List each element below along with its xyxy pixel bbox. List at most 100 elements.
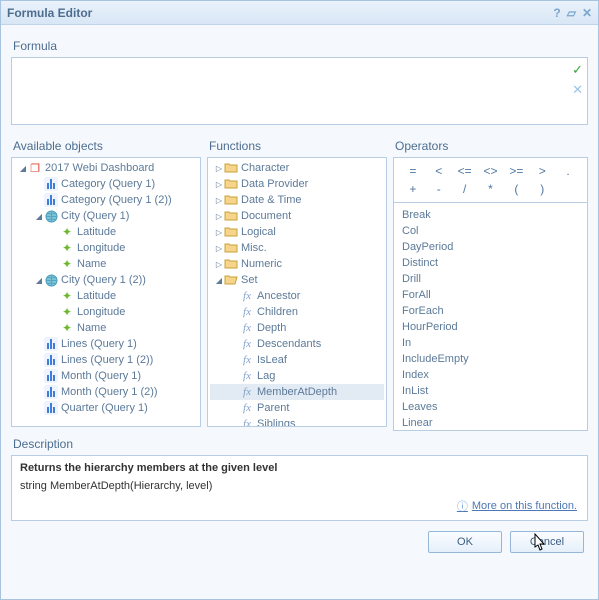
expander-icon[interactable]: ▷ xyxy=(214,260,224,269)
expander-icon[interactable]: ◢ xyxy=(34,212,44,221)
operator-symbol[interactable]: - xyxy=(426,180,452,198)
function-tree-item[interactable]: ▷Character xyxy=(210,160,384,176)
operator-symbol[interactable]: <= xyxy=(452,162,478,180)
close-icon[interactable]: ✕ xyxy=(582,6,592,20)
expander-icon[interactable]: ▷ xyxy=(214,228,224,237)
operators-grid: =<<=<>>=>. +-/*() xyxy=(393,157,588,203)
formula-label: Formula xyxy=(13,39,588,53)
function-tree-item[interactable]: fxAncestor xyxy=(210,288,384,304)
function-tree-item[interactable]: ▷Document xyxy=(210,208,384,224)
function-tree-item[interactable]: ▷Logical xyxy=(210,224,384,240)
function-tree-item[interactable]: fxIsLeaf xyxy=(210,352,384,368)
object-tree-item[interactable]: Category (Query 1) xyxy=(14,176,198,192)
function-tree-item[interactable]: fxLag xyxy=(210,368,384,384)
attr-icon: ✦ xyxy=(60,225,74,239)
function-tree-item[interactable]: fxParent xyxy=(210,400,384,416)
functions-label: Functions xyxy=(209,139,387,153)
object-item-label: Category (Query 1 (2)) xyxy=(61,194,172,206)
object-tree-item[interactable]: ✦Latitude xyxy=(14,224,198,240)
operator-symbol[interactable]: = xyxy=(400,162,426,180)
operator-keyword[interactable]: Linear xyxy=(398,415,583,431)
function-tree-item[interactable]: ▷Misc. xyxy=(210,240,384,256)
folder-icon xyxy=(224,257,238,271)
operator-keyword[interactable]: Col xyxy=(398,223,583,239)
function-tree-item[interactable]: fxChildren xyxy=(210,304,384,320)
object-tree-item[interactable]: Category (Query 1 (2)) xyxy=(14,192,198,208)
function-tree-item[interactable]: fxDepth xyxy=(210,320,384,336)
object-tree-item[interactable]: Month (Query 1 (2)) xyxy=(14,384,198,400)
clear-icon[interactable]: ✕ xyxy=(572,82,583,98)
functions-list[interactable]: ▷Character▷Data Provider▷Date & Time▷Doc… xyxy=(207,157,387,427)
cube-icon: ❐ xyxy=(28,161,42,175)
object-item-label: City (Query 1) xyxy=(61,210,129,222)
description-label: Description xyxy=(13,437,588,451)
operator-symbol[interactable]: > xyxy=(529,162,555,180)
expander-icon[interactable]: ▷ xyxy=(214,196,224,205)
function-tree-item[interactable]: ◢Set xyxy=(210,272,384,288)
object-tree-item[interactable]: ◢ City (Query 1) xyxy=(14,208,198,224)
operator-keyword[interactable]: Leaves xyxy=(398,399,583,415)
operator-keyword[interactable]: IncludeEmpty xyxy=(398,351,583,367)
operator-keyword[interactable]: DayPeriod xyxy=(398,239,583,255)
operator-keyword[interactable]: Index xyxy=(398,367,583,383)
object-tree-item[interactable]: Lines (Query 1 (2)) xyxy=(14,352,198,368)
object-tree-item[interactable]: ✦Latitude xyxy=(14,288,198,304)
function-tree-item[interactable]: fxSiblings xyxy=(210,416,384,427)
restore-icon[interactable]: ▱ xyxy=(567,6,576,20)
cancel-button[interactable]: Cancel xyxy=(510,531,584,553)
formula-input[interactable] xyxy=(12,58,565,124)
object-tree-item[interactable]: ◢❐2017 Webi Dashboard xyxy=(14,160,198,176)
operator-symbol[interactable]: >= xyxy=(503,162,529,180)
expander-icon[interactable]: ▷ xyxy=(214,212,224,221)
operator-keyword[interactable]: InList xyxy=(398,383,583,399)
function-tree-item[interactable]: fxMemberAtDepth xyxy=(210,384,384,400)
object-tree-item[interactable]: ✦Name xyxy=(14,320,198,336)
folder-icon xyxy=(224,193,238,207)
object-tree-item[interactable]: Quarter (Query 1) xyxy=(14,400,198,416)
expander-icon[interactable]: ▷ xyxy=(214,244,224,253)
operator-keyword[interactable]: Distinct xyxy=(398,255,583,271)
fx-icon: fx xyxy=(240,337,254,351)
help-icon[interactable]: ? xyxy=(553,6,560,20)
description-prototype: string MemberAtDepth(Hierarchy, level) xyxy=(20,480,579,492)
operator-symbol[interactable]: < xyxy=(426,162,452,180)
function-item-label: Numeric xyxy=(241,258,282,270)
function-item-label: Data Provider xyxy=(241,178,308,190)
object-tree-item[interactable]: ✦Longitude xyxy=(14,240,198,256)
available-objects-list[interactable]: ◢❐2017 Webi DashboardCategory (Query 1) C… xyxy=(11,157,201,427)
operator-keyword[interactable]: HourPeriod xyxy=(398,319,583,335)
operator-keyword[interactable]: Drill xyxy=(398,271,583,287)
operator-symbol[interactable]: <> xyxy=(478,162,504,180)
expander-icon[interactable]: ◢ xyxy=(18,164,28,173)
operator-symbol[interactable]: / xyxy=(452,180,478,198)
dim-icon xyxy=(44,369,58,383)
function-tree-item[interactable]: ▷ Data Provider xyxy=(210,176,384,192)
validate-icon[interactable]: ✓ xyxy=(572,62,583,78)
ok-button[interactable]: OK xyxy=(428,531,502,553)
function-tree-item[interactable]: ▷ Numeric xyxy=(210,256,384,272)
operator-keyword[interactable]: Break xyxy=(398,207,583,223)
more-link-text: More on this function. xyxy=(472,500,577,512)
operator-keyword[interactable]: In xyxy=(398,335,583,351)
operator-symbol[interactable]: ( xyxy=(503,180,529,198)
object-tree-item[interactable]: Month (Query 1) xyxy=(14,368,198,384)
expander-icon[interactable]: ◢ xyxy=(214,276,224,285)
object-tree-item[interactable]: ✦Longitude xyxy=(14,304,198,320)
expander-icon[interactable]: ▷ xyxy=(214,180,224,189)
operator-keyword[interactable]: ForEach xyxy=(398,303,583,319)
operator-symbol[interactable]: + xyxy=(400,180,426,198)
expander-icon[interactable]: ▷ xyxy=(214,164,224,173)
object-tree-item[interactable]: ✦Name xyxy=(14,256,198,272)
object-tree-item[interactable]: Lines (Query 1) xyxy=(14,336,198,352)
more-on-function-link[interactable]: ⓘ More on this function. xyxy=(457,498,577,514)
operator-symbol[interactable]: ) xyxy=(529,180,555,198)
dim-icon xyxy=(44,193,58,207)
function-tree-item[interactable]: ▷Date & Time xyxy=(210,192,384,208)
operator-symbol[interactable]: . xyxy=(555,162,581,180)
operators-list[interactable]: BreakColDayPeriodDistinctDrillForAllForE… xyxy=(393,203,588,431)
object-tree-item[interactable]: ◢City (Query 1 (2)) xyxy=(14,272,198,288)
operator-symbol[interactable]: * xyxy=(478,180,504,198)
function-tree-item[interactable]: fxDescendants xyxy=(210,336,384,352)
expander-icon[interactable]: ◢ xyxy=(34,276,44,285)
operator-keyword[interactable]: ForAll xyxy=(398,287,583,303)
